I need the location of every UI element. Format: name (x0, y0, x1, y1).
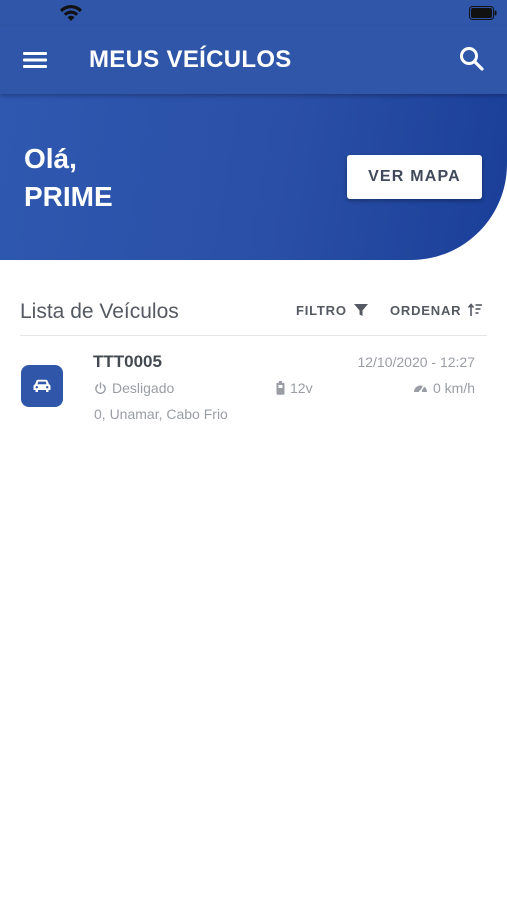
battery-icon (469, 6, 497, 20)
vehicle-voltage-value: 12v (290, 380, 313, 396)
greeting: Olá, PRIME (24, 140, 113, 216)
list-header: Lista de Veículos FILTRO ORDENAR (20, 290, 487, 336)
search-icon (460, 47, 484, 71)
vehicle-voltage: 12v (276, 379, 313, 397)
vehicle-avatar (21, 365, 63, 407)
vehicle-plate: TTT0005 (93, 352, 162, 371)
search-button[interactable] (457, 44, 487, 74)
speedometer-icon (413, 385, 427, 393)
menu-button[interactable] (20, 46, 50, 74)
app-bar: MEUS VEÍCULOS (0, 26, 507, 94)
vehicle-status-label: Desligado (112, 380, 175, 396)
vehicle-status: Desligado (94, 379, 174, 397)
sort-icon (468, 303, 483, 316)
vehicle-speed-value: 0 km/h (432, 380, 475, 396)
filter-button[interactable]: FILTRO (296, 300, 369, 320)
filter-label: FILTRO (296, 302, 347, 318)
vehicle-speed: 0 km/h (413, 379, 475, 397)
sort-button[interactable]: ORDENAR (390, 300, 483, 320)
greeting-line-1: Olá, (24, 143, 77, 174)
hero-banner: Olá, PRIME VER MAPA (0, 94, 507, 260)
vehicle-address: 0, Unamar, Cabo Frio (94, 406, 228, 422)
wifi-icon (60, 4, 82, 21)
view-map-button[interactable]: VER MAPA (347, 155, 482, 199)
car-icon (33, 379, 51, 392)
vehicle-timestamp: 12/10/2020 - 12:27 (357, 354, 475, 370)
greeting-line-2: PRIME (24, 181, 113, 212)
power-icon (95, 381, 106, 394)
filter-icon (353, 304, 368, 316)
battery-icon (276, 381, 285, 395)
page-title: MEUS VEÍCULOS (89, 46, 292, 73)
list-title: Lista de Veículos (20, 300, 179, 323)
vehicle-list-item[interactable]: TTT0005 12/10/2020 - 12:27 Desligado 12v… (0, 340, 507, 430)
status-bar (0, 0, 507, 26)
sort-label: ORDENAR (390, 302, 462, 318)
menu-icon (23, 52, 47, 68)
